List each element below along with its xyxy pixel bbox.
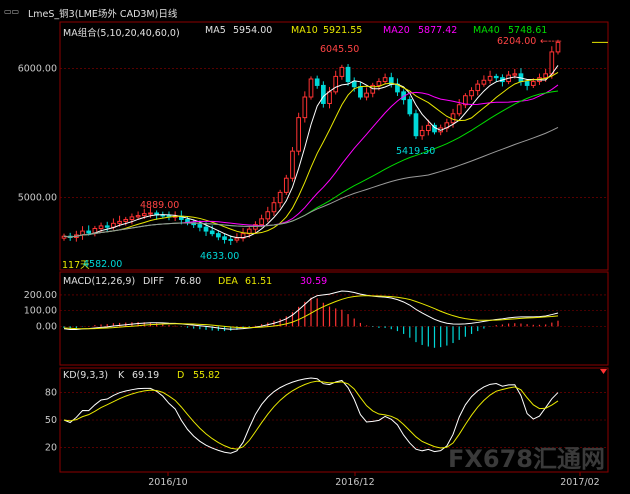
- candle-body: [475, 83, 481, 92]
- ma5-value: 5954.00: [233, 25, 273, 36]
- candle-body: [216, 233, 221, 238]
- annotation-last-high: 6204.00: [497, 36, 537, 47]
- candle-body: [98, 225, 104, 229]
- ma5-label: MA5: [205, 25, 226, 36]
- candle-body: [209, 230, 215, 235]
- kd-tick-label: 50: [45, 415, 57, 426]
- d-value: 55.82: [193, 370, 221, 381]
- ma20-label: MA20: [383, 25, 410, 36]
- candle-body: [123, 218, 129, 222]
- window-title: LmeS_铜3(LME场外 CAD3M)日线: [28, 9, 178, 20]
- diff-label: DIFF: [143, 276, 165, 287]
- annotation-oct-high: 4889.00: [140, 200, 180, 211]
- candle-body: [407, 99, 413, 115]
- ma20-value: 5877.42: [418, 25, 458, 36]
- watermark: FX678汇通网: [448, 445, 605, 473]
- candle-body: [197, 224, 203, 228]
- candle-body: [148, 212, 153, 215]
- candle-body: [419, 130, 425, 137]
- macd-label: MACD(12,26,9): [63, 276, 136, 287]
- annotation-peak: 6045.50: [320, 44, 360, 55]
- ma40-value: 5748.61: [508, 25, 548, 36]
- candle-body: [481, 79, 487, 85]
- candle-body: [376, 81, 382, 86]
- panel-toggle-icon[interactable]: ▭▭: [4, 7, 19, 16]
- candle-body: [327, 91, 332, 104]
- annotation-start-low: 4582.00: [83, 259, 123, 270]
- candle-body: [308, 78, 314, 98]
- kd-tick-label: 20: [45, 443, 57, 454]
- dea-value: 61.51: [245, 276, 273, 287]
- candle-body: [117, 220, 122, 224]
- candle-body: [351, 81, 357, 88]
- candle-body: [549, 51, 555, 75]
- candle-body: [314, 78, 320, 86]
- k-value: 69.19: [132, 370, 160, 381]
- d-label: D: [177, 370, 185, 381]
- candle-body: [425, 124, 431, 132]
- candle-body: [234, 237, 240, 241]
- candle-body: [493, 75, 499, 79]
- diff-value: 76.80: [174, 276, 202, 287]
- candle-body: [222, 236, 227, 240]
- annotation-pullback-low: 5419.50: [396, 146, 436, 157]
- chart-stage: 6000.00 5000.00 200.00 100.00 0.00 80 50 20 2016…: [0, 0, 630, 490]
- candle-body: [543, 73, 548, 79]
- candle-body: [259, 218, 264, 226]
- candle-body: [345, 66, 351, 83]
- main-panel-frame: [59, 21, 609, 271]
- candle-body: [228, 238, 234, 241]
- price-tick-label: 5000.00: [18, 193, 57, 204]
- candle-body: [129, 216, 135, 220]
- candle-body: [413, 113, 419, 137]
- candle-body: [339, 66, 345, 77]
- candle-body: [86, 230, 92, 234]
- candle-body: [512, 73, 518, 76]
- candle-body: [382, 77, 388, 83]
- kd-label: KD(9,3,3): [63, 370, 109, 381]
- candle-body: [364, 92, 369, 98]
- ma60-line: [63, 126, 559, 238]
- candle-body: [271, 202, 277, 213]
- x-tick-label: 2016/10: [148, 477, 187, 488]
- macd-value: 30.59: [300, 276, 328, 287]
- candle-body: [456, 104, 462, 115]
- annotation-oct-low: 4633.00: [200, 251, 240, 262]
- candle-body: [296, 117, 301, 152]
- macd-tick-label: 0.00: [36, 321, 57, 332]
- k-label: K: [118, 370, 125, 381]
- price-tick-label: 6000.00: [18, 64, 57, 75]
- candle-body: [104, 225, 110, 228]
- candle-body: [302, 96, 308, 119]
- dea-label: DEA: [218, 276, 238, 287]
- annotation-arrow-icon: ←----: [540, 36, 562, 47]
- chart-svg: 6000.00 5000.00 200.00 100.00 0.00 80 50 20 2016…: [18, 21, 609, 488]
- macd-tick-label: 200.00: [24, 290, 57, 301]
- candle-body: [277, 191, 283, 204]
- x-tick-label: 2017/02: [560, 477, 599, 488]
- ma40-label: MA40: [473, 25, 500, 36]
- candle-body: [469, 90, 474, 97]
- ma-group-label: MA组合(5,10,20,40,60,0): [63, 28, 180, 39]
- panel-corner-icon: [600, 369, 607, 374]
- candle-body: [290, 150, 295, 179]
- candle-body: [333, 75, 339, 93]
- candle-body: [141, 213, 147, 217]
- ma10-label: MA10: [291, 25, 318, 36]
- candle-body: [524, 81, 530, 86]
- kd-tick-label: 80: [45, 387, 57, 398]
- candle-body: [135, 215, 141, 218]
- window-titlebar: ▭▭ LmeS_铜3(LME场外 CAD3M)日线: [0, 0, 630, 22]
- ma10-value: 5921.55: [323, 25, 363, 36]
- candle-body: [487, 75, 493, 81]
- candle-body: [530, 81, 536, 86]
- x-tick-label: 2016/12: [335, 477, 374, 488]
- macd-tick-label: 100.00: [24, 306, 57, 317]
- candle-body: [358, 86, 363, 98]
- candle-body: [265, 211, 271, 220]
- candle-body: [203, 226, 209, 232]
- candle-body: [321, 84, 326, 104]
- candle-body: [283, 177, 289, 193]
